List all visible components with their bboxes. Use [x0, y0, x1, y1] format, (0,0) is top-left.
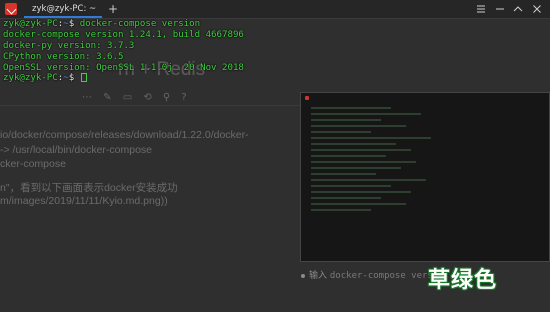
- watermark-logo: 草绿色: [428, 268, 498, 293]
- terminal-output-line: CPython version: 3.6.5: [3, 51, 124, 62]
- background-text-line: n"，看到以下画面表示docker安装成功: [0, 182, 178, 194]
- terminal-output-line: docker-compose version 1.24.1, build 466…: [3, 29, 244, 40]
- terminal-output-line: OpenSSL version: OpenSSL 1.1.0j 20 Nov 2…: [3, 62, 244, 73]
- terminal-command-line: zyk@zyk-PC:~$ docker-compose version: [3, 19, 201, 29]
- terminal-prompt-line: zyk@zyk-PC:~$: [3, 73, 244, 84]
- close-icon[interactable]: [530, 2, 544, 16]
- background-text-line: m/images/2019/11/11/Kyio.md.png)): [0, 195, 168, 207]
- minimize-icon[interactable]: [493, 2, 507, 16]
- terminal-titlebar: zyk@zyk-PC: ~ +: [0, 0, 550, 19]
- maximize-icon[interactable]: [511, 2, 525, 16]
- terminal-cursor: [80, 73, 87, 83]
- menu-icon[interactable]: [474, 2, 488, 16]
- terminal-app-icon[interactable]: [5, 3, 17, 15]
- background-bullet-item: 输入 docker-compose versio: [301, 268, 444, 281]
- bullet-icon: [301, 273, 305, 278]
- embedded-close-icon: [305, 96, 309, 100]
- terminal-output[interactable]: zyk@zyk-PC:~$ docker-compose version doc…: [3, 19, 244, 84]
- terminal-command: docker-compose version: [79, 19, 201, 29]
- prompt-user: zyk@zyk-PC: [3, 73, 58, 84]
- bullet-text: 输入: [309, 271, 328, 281]
- background-toolbar: ⋯ ✎ ▭ ⟲ ⚲ ?: [82, 92, 191, 103]
- new-tab-button[interactable]: +: [106, 2, 120, 16]
- tab-title: zyk@zyk-PC: ~: [32, 4, 97, 14]
- terminal-output-line: docker-py version: 3.7.3: [3, 40, 135, 51]
- prompt-user: zyk@zyk-PC: [3, 19, 58, 29]
- bullet-code: docker-compose versio: [329, 271, 444, 281]
- background-text-line: cker-compose: [0, 158, 66, 170]
- embedded-terminal-screenshot: [300, 92, 550, 262]
- background-text-line: io/docker/compose/releases/download/1.22…: [0, 129, 249, 141]
- background-text-line: -> /usr/local/bin/docker-compose: [0, 144, 153, 156]
- tab-terminal[interactable]: zyk@zyk-PC: ~: [24, 0, 102, 18]
